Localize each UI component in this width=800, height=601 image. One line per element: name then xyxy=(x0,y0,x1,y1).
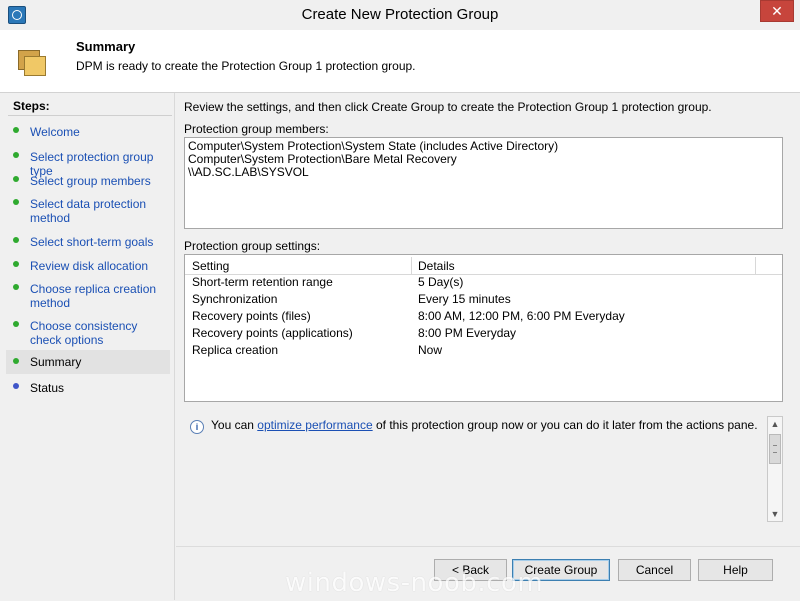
setting-cell: Recovery points (files) xyxy=(192,309,311,323)
step-label[interactable]: Review disk allocation xyxy=(30,259,148,273)
step-complete-icon xyxy=(13,237,19,243)
step-review-disk-allocation[interactable]: Review disk allocation xyxy=(6,257,170,275)
info-panel: i You can optimize performance of this p… xyxy=(184,416,783,522)
step-choose-replica-creation-method[interactable]: Choose replica creation method xyxy=(6,280,170,312)
steps-divider xyxy=(8,115,172,116)
member-item: \\AD.SC.LAB\SYSVOL xyxy=(188,165,309,179)
table-row[interactable]: Recovery points (files) 8:00 AM, 12:00 P… xyxy=(185,308,782,325)
members-label: Protection group members: xyxy=(184,122,329,136)
table-row[interactable]: Replica creation Now xyxy=(185,342,782,359)
step-complete-icon xyxy=(13,261,19,267)
step-complete-icon xyxy=(13,284,19,290)
step-complete-icon xyxy=(13,176,19,182)
info-prefix: You can xyxy=(211,418,258,432)
steps-panel: Steps: Welcome Select protection group t… xyxy=(0,93,175,600)
column-header-details[interactable]: Details xyxy=(418,259,455,273)
details-cell: 8:00 PM Everyday xyxy=(418,326,517,340)
details-cell: Every 15 minutes xyxy=(418,292,511,306)
step-summary[interactable]: Summary xyxy=(6,350,170,374)
step-choose-consistency-check-options[interactable]: Choose consistency check options xyxy=(6,317,170,349)
details-cell: Now xyxy=(418,343,443,357)
main-content: Review the settings, and then click Crea… xyxy=(176,93,800,546)
step-label[interactable]: Select short-term goals xyxy=(30,235,153,249)
page-subtitle: DPM is ready to create the Protection Gr… xyxy=(76,59,416,73)
step-label[interactable]: Choose consistency check options xyxy=(30,319,137,347)
setting-cell: Replica creation xyxy=(192,343,279,357)
steps-heading: Steps: xyxy=(13,99,50,113)
details-cell: 8:00 AM, 12:00 PM, 6:00 PM Everyday xyxy=(418,309,625,323)
scroll-thumb[interactable] xyxy=(769,434,781,464)
column-divider[interactable] xyxy=(755,257,756,274)
info-icon: i xyxy=(190,420,204,434)
scroll-down-icon[interactable]: ▼ xyxy=(768,507,782,521)
step-label[interactable]: Select group members xyxy=(30,174,151,188)
info-text: You can optimize performance of this pro… xyxy=(211,418,758,432)
step-complete-icon xyxy=(13,127,19,133)
setting-cell: Short-term retention range xyxy=(192,275,333,289)
step-complete-icon xyxy=(13,199,19,205)
scroll-up-icon[interactable]: ▲ xyxy=(768,417,782,431)
step-current-icon xyxy=(13,358,19,364)
step-label: Status xyxy=(30,381,65,395)
table-row[interactable]: Short-term retention range 5 Day(s) xyxy=(185,274,782,291)
table-row[interactable]: Synchronization Every 15 minutes xyxy=(185,291,782,308)
step-label: Summary xyxy=(30,355,82,369)
title-bar: Create New Protection Group ✕ xyxy=(0,0,800,31)
table-row[interactable]: Recovery points (applications) 8:00 PM E… xyxy=(185,325,782,342)
settings-table[interactable]: Setting Details Short-term retention ran… xyxy=(184,254,783,402)
intro-text: Review the settings, and then click Crea… xyxy=(184,100,712,114)
details-cell: 5 Day(s) xyxy=(418,275,464,289)
page-title: Summary xyxy=(76,39,136,54)
window-title: Create New Protection Group xyxy=(301,6,499,23)
info-scrollbar[interactable]: ▲ ▼ xyxy=(767,416,783,522)
help-button[interactable]: Help xyxy=(698,559,773,581)
watermark: windows-noob.com xyxy=(285,568,544,598)
close-button[interactable]: ✕ xyxy=(760,0,794,22)
step-pending-icon xyxy=(13,383,19,389)
optimize-performance-link[interactable]: optimize performance xyxy=(257,418,372,432)
step-select-group-members[interactable]: Select group members xyxy=(6,172,170,190)
step-select-data-protection-method[interactable]: Select data protection method xyxy=(6,195,170,227)
step-complete-icon xyxy=(13,321,19,327)
step-label[interactable]: Welcome xyxy=(30,125,80,139)
settings-label: Protection group settings: xyxy=(184,239,321,253)
setting-cell: Synchronization xyxy=(192,292,278,306)
column-divider[interactable] xyxy=(411,257,412,274)
protection-group-icon xyxy=(18,50,46,76)
setting-cell: Recovery points (applications) xyxy=(192,326,353,340)
step-select-short-term-goals[interactable]: Select short-term goals xyxy=(6,233,170,251)
wizard-header: Summary DPM is ready to create the Prote… xyxy=(0,30,800,93)
step-label[interactable]: Select data protection method xyxy=(30,197,146,225)
table-header: Setting Details xyxy=(185,257,782,275)
info-suffix: of this protection group now or you can … xyxy=(372,418,758,432)
members-list[interactable]: Computer\System Protection\System State … xyxy=(184,137,783,229)
step-label[interactable]: Choose replica creation method xyxy=(30,282,156,310)
step-status[interactable]: Status xyxy=(6,379,170,397)
column-header-setting[interactable]: Setting xyxy=(192,259,229,273)
cancel-button[interactable]: Cancel xyxy=(618,559,691,581)
step-complete-icon xyxy=(13,152,19,158)
step-welcome[interactable]: Welcome xyxy=(6,123,170,141)
